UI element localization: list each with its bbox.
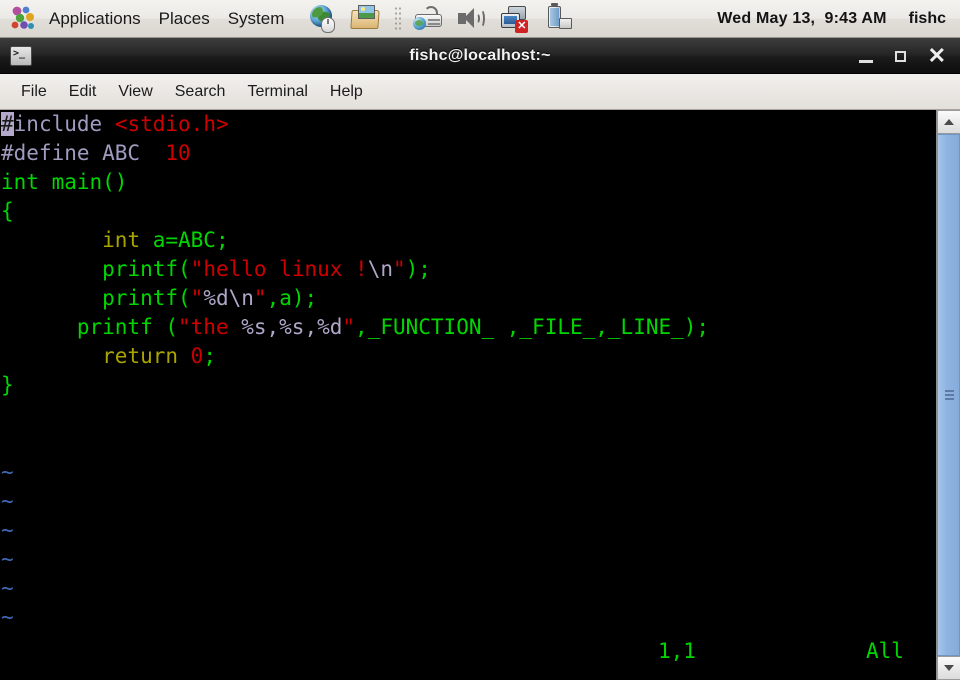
network-disconnected-icon[interactable]: ✕ (498, 2, 532, 36)
window-titlebar[interactable]: fishc@localhost:~ ✕ (0, 38, 960, 74)
vim-status-line: 1,1 All (0, 639, 936, 668)
empty-line-marker: ~ (1, 489, 14, 513)
panel-menu-places[interactable]: Places (150, 2, 219, 36)
battery-icon[interactable] (542, 2, 576, 36)
gnome-logo-icon[interactable] (6, 2, 40, 36)
empty-line-marker: ~ (1, 518, 14, 542)
window-title: fishc@localhost:~ (409, 46, 551, 64)
image-viewer-icon[interactable] (349, 2, 383, 36)
code-line: #include <stdio.h> (1, 112, 229, 136)
chevron-up-icon (944, 119, 954, 125)
scrollbar-thumb[interactable] (937, 134, 960, 656)
code-line: { (1, 199, 14, 223)
volume-speaker-icon[interactable] (454, 2, 488, 36)
code-line: } (1, 373, 14, 397)
scroll-down-button[interactable] (937, 656, 960, 680)
cursor-position: 1,1 (658, 639, 696, 663)
empty-line-marker: ~ (1, 460, 14, 484)
scrollbar-track[interactable] (937, 134, 960, 656)
terminal-scrollbar[interactable] (936, 110, 960, 680)
panel-separator-handle[interactable] (393, 5, 404, 32)
empty-line-marker: ~ (1, 547, 14, 571)
window-buttons: ✕ (858, 38, 946, 74)
menu-terminal[interactable]: Terminal (236, 80, 318, 104)
code-line: printf ("the %s,%s,%d",_FUNCTION_ ,_FILE… (76, 315, 710, 339)
menu-help[interactable]: Help (319, 80, 374, 104)
code-line: printf("%d\n",a); (102, 286, 318, 310)
menubar: File Edit View Search Terminal Help (0, 74, 960, 110)
network-modem-icon[interactable] (412, 2, 446, 36)
menu-file[interactable]: File (10, 80, 58, 104)
web-browser-icon[interactable] (307, 2, 341, 36)
scroll-percent: All (866, 639, 904, 663)
menu-edit[interactable]: Edit (58, 80, 108, 104)
terminal-window: fishc@localhost:~ ✕ File Edit View Searc… (0, 38, 960, 680)
gnome-top-panel: Applications Places System ✕ Wed May 13,… (0, 0, 960, 38)
panel-user-menu[interactable]: fishc (909, 10, 946, 28)
code-line: return 0; (102, 344, 216, 368)
panel-clock[interactable]: Wed May 13, 9:43 AM (717, 10, 886, 28)
menu-view[interactable]: View (107, 80, 163, 104)
scrollbar-grip-icon (945, 390, 954, 400)
code-line: int main() (1, 170, 128, 194)
maximize-button[interactable] (894, 50, 906, 62)
empty-line-marker: ~ (1, 605, 14, 629)
code-line: int a=ABC; (102, 228, 229, 252)
close-button[interactable]: ✕ (928, 45, 946, 67)
panel-menu-system[interactable]: System (219, 2, 294, 36)
code-line: printf("hello linux !\n"); (102, 257, 431, 281)
scroll-up-button[interactable] (937, 110, 960, 134)
chevron-down-icon (944, 665, 954, 671)
menu-search[interactable]: Search (164, 80, 237, 104)
code-line: #define ABC 10 (1, 141, 191, 165)
panel-menu-applications[interactable]: Applications (40, 2, 150, 36)
minimize-button[interactable] (858, 59, 873, 63)
empty-line-marker: ~ (1, 576, 14, 600)
vim-buffer[interactable]: #include <stdio.h> #define ABC 10 int main… (0, 110, 936, 680)
terminal-screen[interactable]: #include <stdio.h> #define ABC 10 int main… (0, 110, 960, 680)
